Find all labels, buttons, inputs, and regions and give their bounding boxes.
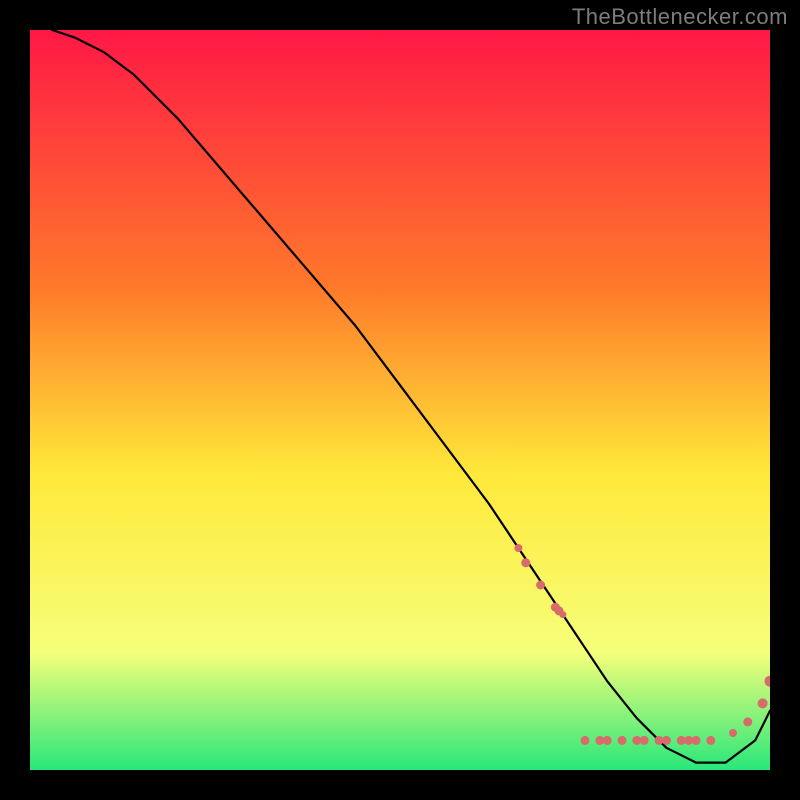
data-marker <box>640 736 649 745</box>
chart-stage: TheBottlenecker.com <box>0 0 800 800</box>
data-marker <box>603 736 612 745</box>
data-marker <box>662 736 671 745</box>
data-marker <box>521 558 530 567</box>
data-marker <box>559 611 566 618</box>
plot-area <box>30 30 770 770</box>
data-marker <box>758 698 768 708</box>
data-markers <box>30 30 770 770</box>
data-marker <box>706 736 715 745</box>
data-marker <box>514 544 522 552</box>
data-marker <box>692 736 701 745</box>
data-marker <box>618 736 627 745</box>
attribution-label: TheBottlenecker.com <box>572 4 788 30</box>
data-marker <box>765 676 771 687</box>
data-marker <box>729 729 737 737</box>
data-marker <box>581 736 590 745</box>
data-marker <box>536 581 545 590</box>
data-marker <box>743 717 752 726</box>
